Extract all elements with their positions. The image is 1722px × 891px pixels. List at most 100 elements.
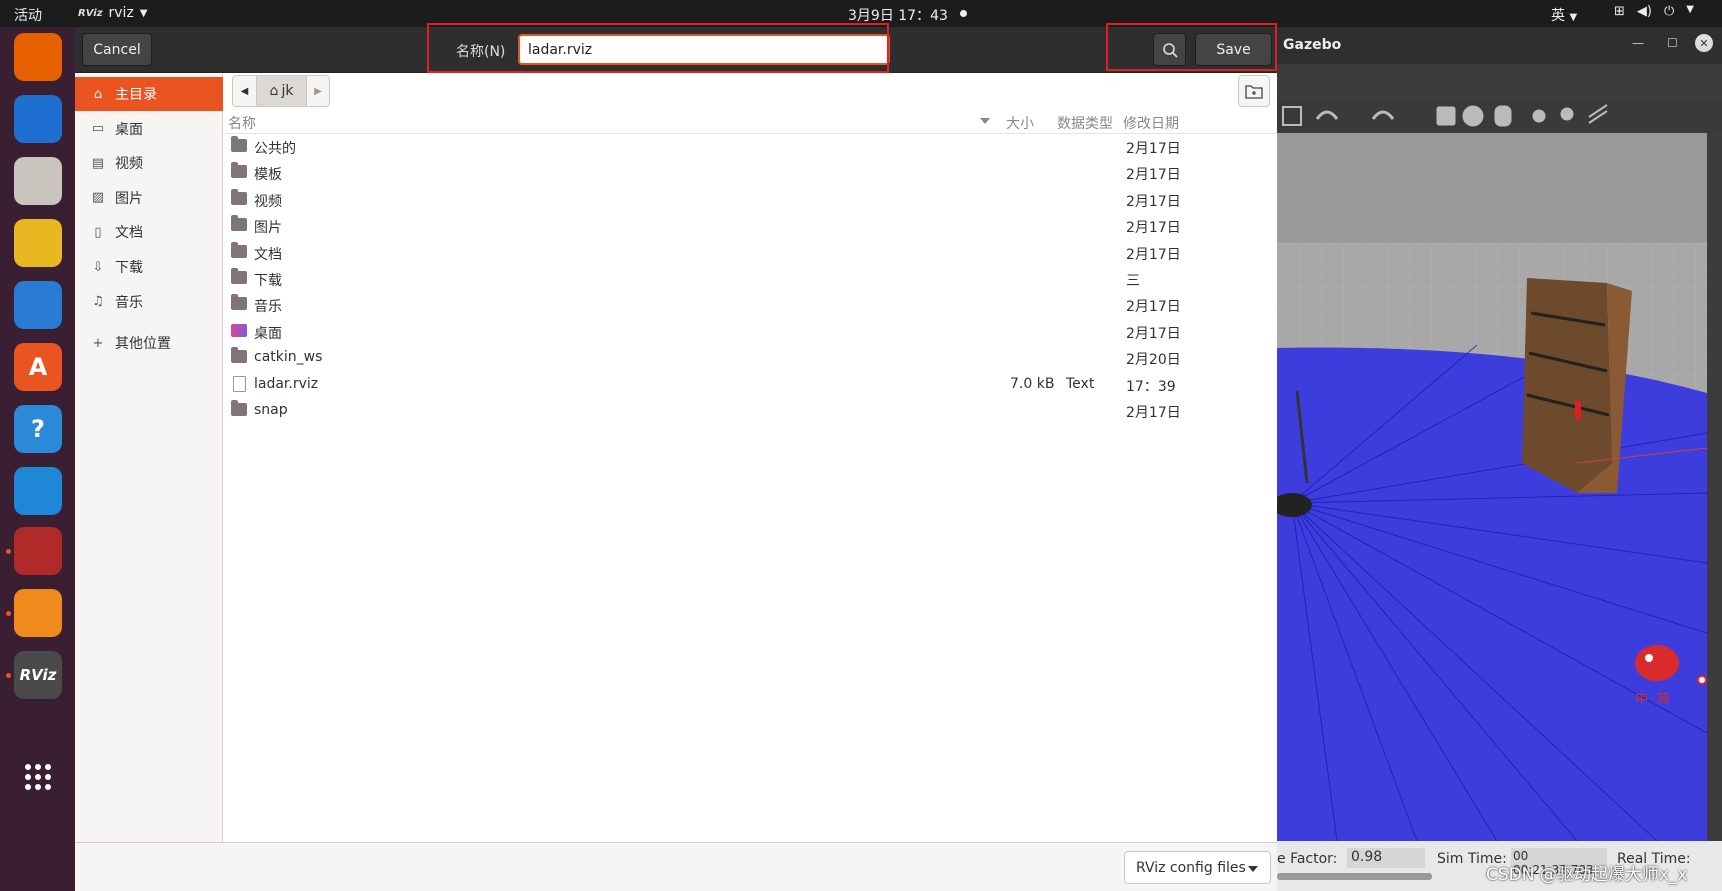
running-indicator — [6, 673, 11, 678]
file-row[interactable]: 模板 2月17日 — [223, 160, 1277, 186]
fullscreen-icon — [1282, 106, 1302, 126]
gazebo-3d-scene[interactable]: 中 简 — [1272, 133, 1708, 842]
file-row[interactable]: 图片 2月17日 — [223, 213, 1277, 239]
sort-down-icon[interactable] — [980, 118, 990, 124]
dock-label: ? — [31, 415, 45, 443]
path-segment-home[interactable]: ⌂ jk — [257, 76, 307, 106]
sidebar-item-label: 音乐 — [115, 294, 143, 311]
file-row[interactable]: 桌面 2月17日 — [223, 319, 1277, 345]
sidebar-item-label: 下载 — [115, 260, 143, 276]
scene-render: 中 简 — [1272, 133, 1708, 842]
input-method-indicator[interactable]: 英 ▼ — [1551, 5, 1577, 25]
column-name[interactable]: 名称 — [228, 113, 256, 133]
sidebar-item-image[interactable]: ▨ 图片 — [75, 181, 223, 215]
firefox-icon[interactable] — [14, 33, 62, 81]
file-modified: 2月17日 — [1126, 167, 1181, 184]
thunderbird-icon[interactable] — [14, 95, 62, 143]
minimize-icon[interactable]: — — [1632, 36, 1644, 50]
activities-button[interactable]: 活动 — [14, 5, 42, 25]
sidebar-item-label: 文档 — [115, 225, 143, 242]
maximize-icon[interactable]: ☐ — [1667, 36, 1678, 50]
sidebar-item-other-locations[interactable]: + 其他位置 — [75, 326, 223, 360]
writer-icon[interactable] — [14, 281, 62, 329]
file-modified: 2月17日 — [1126, 141, 1181, 157]
path-segment-label: jk — [281, 83, 294, 99]
file-name: 公共的 — [254, 141, 296, 157]
file-row[interactable]: 音乐 2月17日 — [223, 292, 1277, 318]
column-size[interactable]: 大小 — [1006, 113, 1034, 133]
sidebar-item-video[interactable]: ▤ 视频 — [75, 146, 223, 180]
rhythmbox-icon[interactable] — [14, 219, 62, 267]
gazebo-titlebar: Gazebo — ☐ ✕ — [1277, 27, 1722, 64]
folder-icon — [231, 188, 247, 205]
file-row[interactable]: catkin_ws 2月20日 — [223, 345, 1277, 371]
show-apps-icon[interactable] — [14, 753, 62, 801]
sidebar-item-label: 主目录 — [115, 87, 157, 103]
help-icon[interactable]: ? — [14, 405, 62, 453]
home-icon: ⌂ — [93, 86, 103, 102]
file-row[interactable]: 公共的 2月17日 — [223, 134, 1277, 160]
file-name: 下载 — [254, 273, 282, 289]
software-center-icon[interactable]: A — [14, 343, 62, 391]
folder-icon — [231, 400, 247, 416]
system-tray[interactable]: ⊞ ◀) ⏻ ▼ — [1614, 4, 1694, 19]
download-icon: ⇩ — [92, 259, 104, 275]
watermark: CSDN @驱动起爆大师x_x — [1486, 865, 1688, 885]
clock[interactable]: 3月9日 17：43 — [848, 5, 948, 25]
running-indicator — [6, 549, 11, 554]
save-file-dialog: Cancel 名称(N) Save ⌂主目录▭桌面▤视频▨图片▯文档⇩下载♫音乐… — [75, 23, 1277, 891]
box-shape-icon — [1436, 106, 1456, 126]
column-type[interactable]: 数据类型 — [1057, 113, 1113, 133]
file-modified: 2月17日 — [1126, 193, 1181, 210]
file-modified: 2月17日 — [1126, 299, 1181, 316]
text-file-icon — [233, 375, 246, 392]
sidebar-item-download[interactable]: ⇩ 下载 — [75, 250, 223, 284]
overlay-char-1: 中 — [1635, 692, 1648, 707]
dock: A? RViz — [0, 27, 75, 891]
path-back-button[interactable]: ◀ — [233, 76, 257, 106]
file-modified: 三 — [1126, 273, 1140, 289]
sidebar-item-desktop[interactable]: ▭ 桌面 — [75, 112, 223, 146]
gazebo-icon[interactable] — [14, 589, 62, 637]
file-name: 桌面 — [254, 325, 282, 342]
input-method-label: 英 — [1551, 8, 1565, 24]
rviz-icon[interactable]: RViz — [14, 651, 62, 699]
sidebar-item-music[interactable]: ♫ 音乐 — [75, 285, 223, 319]
file-row[interactable]: 视频 2月17日 — [223, 187, 1277, 213]
chevron-down-icon: ▼ — [1569, 12, 1578, 23]
file-row[interactable]: snap 2月17日 — [223, 398, 1277, 424]
running-indicator — [6, 611, 11, 616]
cancel-button[interactable]: Cancel — [82, 33, 152, 66]
file-name: 音乐 — [254, 299, 282, 316]
highlight-box-save — [1106, 23, 1277, 71]
terminal-icon[interactable] — [14, 527, 62, 575]
sidebar-item-home[interactable]: ⌂ 主目录 — [75, 77, 223, 111]
file-name: 模板 — [254, 167, 282, 184]
path-forward-button[interactable]: ▶ — [307, 76, 329, 106]
new-folder-button[interactable] — [1238, 75, 1270, 107]
dialog-footer: RViz config files — [75, 842, 1277, 891]
folder-icon — [231, 241, 247, 258]
file-row[interactable]: ladar.rviz 7.0 kB Text 17：39 — [223, 372, 1277, 398]
file-name: snap — [254, 402, 288, 418]
sidebar-item-document[interactable]: ▯ 文档 — [75, 215, 223, 249]
scrollbar[interactable] — [1277, 873, 1432, 880]
notification-dot-icon — [960, 10, 967, 17]
file-modified: 2月17日 — [1126, 220, 1181, 237]
vscode-icon[interactable] — [14, 467, 62, 515]
gazebo-toolbar-icons — [1282, 104, 1608, 127]
undo-icon — [1315, 110, 1339, 120]
file-filter-select[interactable]: RViz config files — [1124, 851, 1271, 884]
close-icon[interactable]: ✕ — [1695, 34, 1713, 52]
file-row[interactable]: 下载 三 — [223, 266, 1277, 292]
files-icon[interactable] — [14, 157, 62, 205]
file-modified: 2月17日 — [1126, 325, 1181, 342]
file-size: 7.0 kB — [1010, 375, 1055, 392]
app-menu[interactable]: RViz rviz ▼ — [78, 5, 148, 21]
cylinder-shape-icon — [1494, 105, 1512, 127]
file-row[interactable]: 文档 2月17日 — [223, 240, 1277, 266]
redo-icon — [1371, 110, 1395, 120]
directional-light-icon — [1588, 104, 1608, 124]
point-light-icon — [1532, 109, 1546, 123]
column-modified[interactable]: 修改日期 — [1123, 113, 1179, 133]
